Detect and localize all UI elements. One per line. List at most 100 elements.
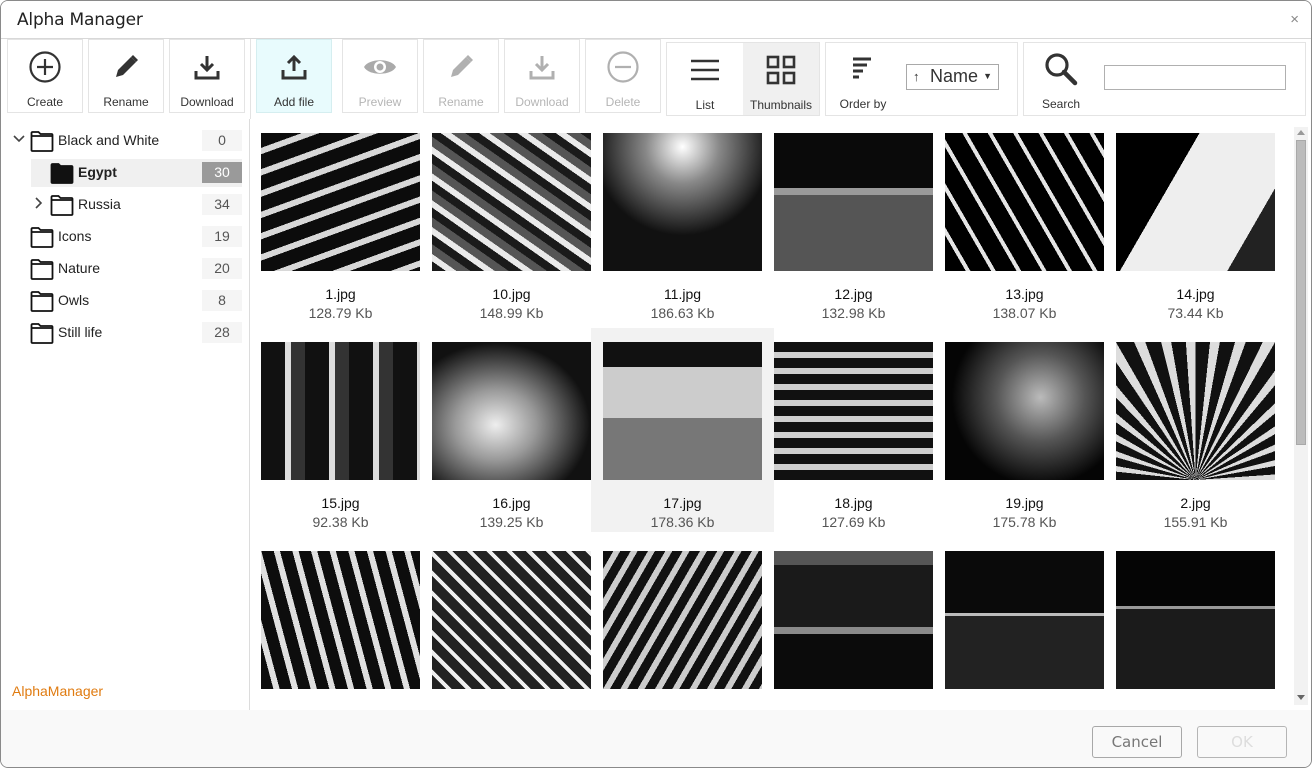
file-thumbnail[interactable] [762, 537, 945, 710]
list-view-button[interactable]: List [666, 42, 743, 116]
file-name: 18.jpg [834, 495, 873, 511]
ok-button[interactable]: OK [1197, 726, 1287, 758]
file-manager-dialog: Alpha Manager × Create Rename Download A… [0, 0, 1312, 768]
image-preview [261, 133, 420, 271]
file-thumbnail[interactable]: 18.jpg 127.69 Kb [762, 328, 945, 532]
pencil-icon [424, 50, 498, 84]
create-folder-button[interactable]: Create [7, 39, 83, 113]
image-preview [603, 551, 762, 689]
list-label: List [695, 98, 715, 112]
scroll-down-arrow-icon[interactable] [1297, 695, 1305, 700]
image-preview [774, 133, 933, 271]
file-thumbnail[interactable]: 10.jpg 148.99 Kb [420, 119, 603, 323]
image-preview [945, 133, 1104, 271]
file-count-badge: 28 [202, 322, 242, 343]
search-input[interactable] [1104, 65, 1286, 90]
file-thumbnail[interactable] [591, 537, 774, 710]
thumbnail-grid: 1.jpg 128.79 Kb 10.jpg 148.99 Kb 11.jpg 186.6… [251, 119, 1311, 710]
file-thumbnail[interactable] [420, 537, 603, 710]
folder-name: Still life [58, 324, 103, 340]
file-name: 16.jpg [492, 495, 531, 511]
tree-item-owls[interactable]: Owls 8 [1, 287, 250, 315]
dialog-footer: Cancel OK [1, 710, 1311, 767]
toolbar-divider [250, 39, 251, 119]
file-size: 73.44 Kb [1167, 305, 1224, 321]
file-name: 17.jpg [663, 495, 702, 511]
file-thumbnail[interactable]: 12.jpg 132.98 Kb [762, 119, 945, 323]
file-count-badge: 0 [202, 130, 242, 151]
grid-icon [743, 53, 819, 87]
close-icon[interactable]: × [1290, 11, 1299, 28]
order-by-select[interactable]: ↑ Name ▼ [906, 64, 999, 90]
image-preview [432, 551, 591, 689]
file-count-badge: 8 [202, 290, 242, 311]
image-preview [945, 342, 1104, 480]
download-icon [170, 50, 244, 84]
file-thumbnail[interactable]: 15.jpg 92.38 Kb [251, 328, 432, 532]
file-name: 11.jpg [663, 286, 702, 302]
file-thumbnail[interactable]: 16.jpg 139.25 Kb [420, 328, 603, 532]
tree-item-nature[interactable]: Nature 20 [1, 255, 250, 283]
file-thumbnail[interactable] [933, 537, 1116, 710]
scrollbar-thumb[interactable] [1296, 140, 1306, 445]
download-folder-label: Download [180, 95, 234, 109]
file-size: 139.25 Kb [479, 514, 544, 530]
file-name: 2.jpg [1180, 495, 1211, 511]
chevron-right-icon[interactable] [32, 196, 46, 213]
tree-item-icons[interactable]: Icons 19 [1, 223, 250, 251]
file-size: 127.69 Kb [821, 514, 886, 530]
file-thumbnail[interactable]: 17.jpg 178.36 Kb [591, 328, 774, 532]
rename-folder-button[interactable]: Rename [88, 39, 164, 113]
image-preview [774, 551, 933, 689]
file-size: 128.79 Kb [308, 305, 373, 321]
tree-item-still-life[interactable]: Still life 28 [1, 319, 250, 347]
sort-direction-icon: ↑ [913, 69, 920, 84]
file-thumbnail[interactable]: 11.jpg 186.63 Kb [591, 119, 774, 323]
vertical-scrollbar[interactable] [1294, 127, 1308, 705]
list-icon [667, 53, 743, 87]
file-size: 178.36 Kb [650, 514, 715, 530]
brand-link[interactable]: AlphaManager [12, 683, 103, 699]
scroll-up-arrow-icon[interactable] [1297, 130, 1305, 135]
rename-file-label: Rename [438, 95, 484, 109]
file-thumbnail[interactable]: 2.jpg 155.91 Kb [1104, 328, 1287, 532]
file-name: 13.jpg [1005, 286, 1044, 302]
folder-name: Russia [78, 196, 121, 212]
download-file-button[interactable]: Download [504, 39, 580, 113]
download-folder-button[interactable]: Download [169, 39, 245, 113]
download-icon [505, 50, 579, 84]
delete-button[interactable]: Delete [585, 39, 661, 113]
rename-folder-label: Rename [103, 95, 149, 109]
file-thumbnail[interactable]: 14.jpg 73.44 Kb [1104, 119, 1287, 323]
preview-button[interactable]: Preview [342, 39, 418, 113]
file-size: 175.78 Kb [992, 514, 1057, 530]
image-preview [603, 342, 762, 480]
search-button[interactable]: Search [1023, 42, 1099, 116]
file-thumbnail[interactable]: 1.jpg 128.79 Kb [251, 119, 432, 323]
add-file-button[interactable]: Add file [256, 39, 332, 113]
rename-file-button[interactable]: Rename [423, 39, 499, 113]
file-name: 10.jpg [492, 286, 531, 302]
tree-item-egypt[interactable]: Egypt 30 [1, 159, 250, 187]
folder-name: Black and White [58, 132, 160, 148]
cancel-button[interactable]: Cancel [1092, 726, 1182, 758]
file-thumbnail[interactable] [251, 537, 432, 710]
folder-icon [30, 291, 54, 317]
tree-item-black-and-white[interactable]: Black and White 0 [1, 127, 250, 155]
order-by-label: Order by [839, 97, 887, 111]
file-thumbnail[interactable]: 13.jpg 138.07 Kb [933, 119, 1116, 323]
thumbnails-view-button[interactable]: Thumbnails [743, 42, 820, 116]
search-label: Search [1041, 97, 1081, 111]
preview-label: Preview [358, 95, 402, 109]
chevron-down-icon[interactable] [12, 132, 26, 149]
add-file-label: Add file [273, 95, 315, 109]
order-by-button[interactable]: Order by [825, 42, 901, 116]
title-bar: Alpha Manager × [1, 1, 1311, 39]
tree-item-russia[interactable]: Russia 34 [1, 191, 250, 219]
file-thumbnail[interactable]: 19.jpg 175.78 Kb [933, 328, 1116, 532]
file-thumbnail[interactable] [1104, 537, 1287, 710]
eye-icon [343, 50, 417, 84]
file-count-badge: 30 [202, 162, 242, 183]
file-size: 148.99 Kb [479, 305, 544, 321]
file-name: 19.jpg [1005, 495, 1044, 511]
